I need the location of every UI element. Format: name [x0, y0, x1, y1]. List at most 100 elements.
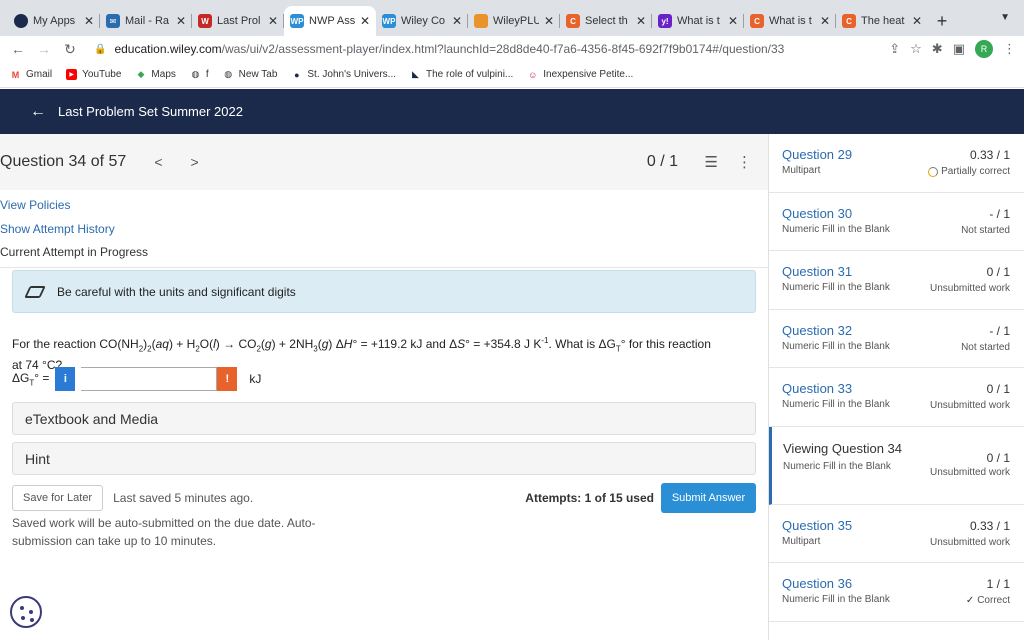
- tip-text: Be careful with the units and significan…: [57, 284, 296, 299]
- browser-tab[interactable]: C What is t ✕: [744, 6, 836, 36]
- wp-icon: WP: [382, 14, 396, 28]
- browser-tab[interactable]: C The heat ✕: [836, 6, 928, 36]
- browser-tab[interactable]: My Apps ✕: [8, 6, 100, 36]
- question-list-item[interactable]: Question 30 Numeric Fill in the Blank - …: [769, 193, 1024, 251]
- close-icon[interactable]: ✕: [360, 14, 370, 28]
- youtube-icon: ▶: [66, 69, 78, 80]
- cookie-settings-icon[interactable]: [10, 596, 42, 628]
- close-icon[interactable]: ✕: [84, 14, 94, 28]
- submit-answer-button[interactable]: Submit Answer: [661, 483, 756, 513]
- smile-icon: ☺: [528, 69, 538, 80]
- bookmark-youtube[interactable]: ▶ YouTube: [66, 69, 121, 80]
- bookmark-role-of-vulpini[interactable]: ◣ The role of vulpini...: [410, 69, 513, 80]
- save-row: Save for Later Last saved 5 minutes ago.…: [12, 483, 756, 513]
- wp-icon: WP: [290, 14, 304, 28]
- back-arrow-icon[interactable]: ←: [8, 39, 28, 59]
- list-icon[interactable]: ☰: [705, 153, 718, 171]
- new-tab-button[interactable]: +: [928, 6, 956, 36]
- bookmark-new-tab[interactable]: ◍ New Tab: [223, 69, 277, 80]
- attempts-count: Attempts: 1 of 15 used: [525, 491, 654, 505]
- question-header: Question 34 of 57 < > 0 / 1 ☰ ⋮: [0, 134, 768, 190]
- etextbook-accordion[interactable]: eTextbook and Media: [12, 402, 756, 435]
- question-list-item[interactable]: Question 29 Multipart 0.33 / 1 Partially…: [769, 134, 1024, 193]
- address-bar[interactable]: 🔒 education.wiley.com/was/ui/v2/assessme…: [86, 38, 883, 60]
- maps-icon: ◆: [137, 69, 145, 79]
- bookmark-inexpensive-petite[interactable]: ☺ Inexpensive Petite...: [527, 69, 633, 80]
- attempt-history-link[interactable]: Show Attempt History: [0, 220, 768, 244]
- close-icon[interactable]: ✕: [452, 14, 462, 28]
- partial-icon: [928, 166, 939, 177]
- hint-accordion[interactable]: Hint: [12, 442, 756, 475]
- browser-tab[interactable]: WP Wiley Co ✕: [376, 6, 468, 36]
- question-list-item[interactable]: Question 33 Numeric Fill in the Blank 0 …: [769, 368, 1024, 427]
- extensions-icon[interactable]: ✱: [932, 41, 943, 57]
- bookmark-f[interactable]: ◍ f: [190, 69, 208, 80]
- check-icon: ✓: [965, 595, 975, 606]
- assignment-title[interactable]: Last Problem Set Summer 2022: [58, 104, 243, 119]
- close-icon[interactable]: ✕: [820, 14, 830, 28]
- question-list-item[interactable]: Question 36 Numeric Fill in the Blank 1 …: [769, 563, 1024, 622]
- tab-strip: My Apps ✕ ✉ Mail - Ra ✕ W Last Prol ✕ WP NWP A…: [0, 0, 1024, 36]
- browser-tab-active[interactable]: WP NWP Ass ✕: [284, 6, 376, 36]
- yahoo-icon: y!: [658, 14, 672, 28]
- bookmark-st-johns[interactable]: ● St. John's Univers...: [291, 69, 396, 80]
- question-list-item[interactable]: Question 31 Numeric Fill in the Blank 0 …: [769, 251, 1024, 310]
- eraser-icon: [24, 285, 46, 298]
- app-header: ← Last Problem Set Summer 2022: [0, 89, 1024, 134]
- forward-arrow-icon[interactable]: →: [34, 39, 54, 59]
- last-saved-text: Last saved 5 minutes ago.: [113, 491, 254, 505]
- bookmark-maps[interactable]: ◆ Maps: [135, 69, 175, 80]
- circle-icon: ●: [294, 69, 300, 80]
- question-list-item-current[interactable]: Viewing Question 34 Numeric Fill in the …: [769, 426, 1024, 505]
- mail-icon: ✉: [106, 14, 120, 28]
- profile-avatar[interactable]: R: [975, 40, 993, 58]
- browser-tab[interactable]: y! What is t ✕: [652, 6, 744, 36]
- question-list-sidebar: Question 29 Multipart 0.33 / 1 Partially…: [768, 134, 1024, 640]
- chevron-down-icon[interactable]: ▼: [1000, 12, 1010, 23]
- browser-toolbar: ← → ↻ 🔒 education.wiley.com/was/ui/v2/as…: [0, 36, 1024, 62]
- globe-icon: ◍: [191, 69, 200, 79]
- info-icon[interactable]: i: [55, 367, 76, 391]
- share-icon[interactable]: ⇪: [889, 41, 900, 57]
- back-arrow-icon[interactable]: ←: [30, 103, 46, 121]
- chegg-icon: C: [750, 14, 764, 28]
- triangle-icon: ◣: [412, 69, 419, 79]
- sidepanel-icon[interactable]: ▣: [953, 41, 965, 57]
- menu-dots-icon[interactable]: ⋮: [1003, 41, 1016, 57]
- question-panel: Question 34 of 57 < > 0 / 1 ☰ ⋮ View Pol…: [0, 134, 768, 640]
- browser-tab[interactable]: ✉ Mail - Ra ✕: [100, 6, 192, 36]
- answer-unit: kJ: [249, 372, 262, 386]
- reload-icon[interactable]: ↻: [60, 39, 80, 59]
- close-icon[interactable]: ✕: [636, 14, 646, 28]
- bag-icon: [474, 14, 488, 28]
- browser-tab[interactable]: C Select th ✕: [560, 6, 652, 36]
- question-list-item[interactable]: Question 35 Multipart 0.33 / 1 Unsubmitt…: [769, 505, 1024, 563]
- more-vertical-icon[interactable]: ⋮: [737, 153, 752, 171]
- globe-icon: ◍: [224, 69, 233, 79]
- circle-icon: [14, 14, 28, 28]
- answer-input[interactable]: [81, 367, 218, 391]
- lock-icon: 🔒: [94, 43, 107, 55]
- answer-row: ΔGT° = i ! kJ: [12, 367, 261, 391]
- star-icon[interactable]: ☆: [910, 41, 922, 57]
- close-icon[interactable]: ✕: [544, 14, 554, 28]
- close-icon[interactable]: ✕: [176, 14, 186, 28]
- browser-tab[interactable]: W Last Prol ✕: [192, 6, 284, 36]
- chevron-left-icon[interactable]: <: [154, 154, 162, 170]
- bookmark-gmail[interactable]: M Gmail: [10, 69, 52, 80]
- save-for-later-button[interactable]: Save for Later: [12, 485, 104, 511]
- close-icon[interactable]: ✕: [268, 14, 278, 28]
- autosubmit-note: Saved work will be auto-submitted on the…: [12, 516, 316, 548]
- wiley-icon: W: [198, 14, 212, 28]
- close-icon[interactable]: ✕: [912, 14, 922, 28]
- question-list-item[interactable]: Question 32 Numeric Fill in the Blank - …: [769, 310, 1024, 368]
- warning-icon[interactable]: !: [217, 367, 238, 391]
- view-policies-link[interactable]: View Policies: [0, 196, 768, 220]
- chegg-icon: C: [566, 14, 580, 28]
- gmail-icon: M: [11, 69, 20, 80]
- browser-tab[interactable]: WileyPLU ✕: [468, 6, 560, 36]
- attempt-status: Current Attempt in Progress: [0, 245, 149, 259]
- question-title: Question 34 of 57: [0, 153, 127, 170]
- close-icon[interactable]: ✕: [728, 14, 738, 28]
- chevron-right-icon[interactable]: >: [191, 154, 199, 170]
